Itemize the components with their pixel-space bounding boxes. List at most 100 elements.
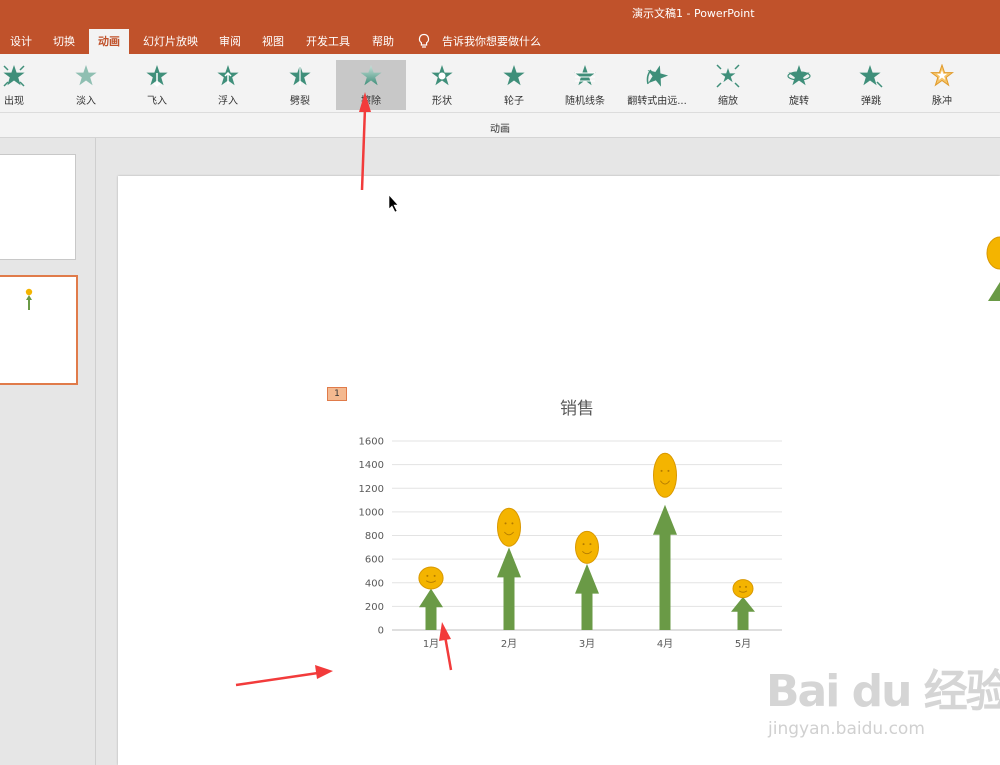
anim-label: 飞入 [147,96,167,107]
shape-star-icon [431,65,453,86]
anim-split-button[interactable]: 劈裂 [265,60,335,110]
bar-arrow [419,588,443,630]
random-bars-star-icon [574,65,596,86]
smiley-eye [433,574,436,577]
anim-fly-in-button[interactable]: 飞入 [122,60,192,110]
anim-label: 淡入 [76,96,96,107]
smiley-eye [667,469,670,472]
tab-help[interactable]: 帮助 [366,29,400,54]
menu-bar: 设计 切换 动画 幻灯片放映 审阅 视图 开发工具 帮助 告诉我你想要做什么 [0,26,1000,54]
anim-wipe-button[interactable]: 擦除 [336,60,406,110]
x-tick-label: 1月 [423,638,439,650]
bounce-star-icon [859,65,883,88]
y-tick-label: 200 [365,602,384,613]
y-tick-label: 0 [378,626,384,637]
smiley-eye [745,585,747,588]
watermark-url: jingyan.baidu.com [768,719,925,739]
slide-thumbnail-1[interactable] [0,154,76,260]
anim-bounce-button[interactable]: 弹跳 [836,60,906,110]
anim-label: 出现 [4,96,24,107]
offslide-smiley [986,236,1000,270]
anim-label: 翻转式由远... [627,96,687,107]
swivel-star-icon [787,65,811,86]
anim-appear-button[interactable]: 出现 [0,60,49,110]
bar-arrow [497,547,521,630]
smiley-marker [653,452,677,498]
offslide-arrow [988,282,1000,301]
anim-label: 劈裂 [290,96,310,107]
zoom-star-icon [716,64,740,88]
anim-zoom-button[interactable]: 缩放 [693,60,763,110]
anim-label: 形状 [432,96,452,107]
anim-label: 擦除 [361,96,381,107]
x-tick-label: 5月 [735,638,751,650]
anim-wheel-button[interactable]: 轮子 [479,60,549,110]
title-bar: 演示文稿1 - PowerPoint [0,0,1000,26]
anim-label: 旋转 [789,96,809,107]
ribbon: 出现 淡入 飞入 浮入 劈裂 擦除 形状 轮子 随机线条 翻转式由远... 缩放 [0,54,1000,138]
fly-in-star-icon [146,65,168,88]
anim-float-in-button[interactable]: 浮入 [193,60,263,110]
tab-slideshow[interactable]: 幻灯片放映 [137,29,204,54]
bar-arrow [575,563,599,630]
wheel-star-icon [503,65,525,86]
wipe-star-icon [360,65,382,86]
tab-view[interactable]: 视图 [256,29,290,54]
smiley-marker [732,579,754,599]
anim-label: 脉冲 [932,96,952,107]
y-tick-label: 1400 [359,460,384,471]
appear-star-icon [3,65,25,87]
slide-thumbnail-2[interactable] [0,275,78,385]
anim-fade-button[interactable]: 淡入 [51,60,121,110]
tab-animations[interactable]: 动画 [89,29,129,54]
tab-design[interactable]: 设计 [4,29,38,54]
bar-arrow [653,504,677,630]
fade-star-icon [75,65,97,86]
y-tick-label: 400 [365,578,384,589]
smiley-eye [504,522,507,525]
anim-label: 弹跳 [861,96,881,107]
grow-turn-star-icon [646,65,669,87]
smiley-eye [660,469,663,472]
tab-review[interactable]: 审阅 [213,29,247,54]
y-tick-label: 1000 [359,507,384,518]
window-title: 演示文稿1 - PowerPoint [632,7,755,20]
anim-random-bars-button[interactable]: 随机线条 [550,60,620,110]
tab-developer[interactable]: 开发工具 [300,29,356,54]
animation-group-label: 动画 [490,124,510,135]
x-tick-label: 2月 [501,638,517,650]
chart-title: 销售 [560,399,594,419]
smiley-eye [739,585,741,588]
smiley-eye [589,543,592,546]
baidu-watermark: Bai du 经验 jingyan.baidu.com [766,655,1000,745]
smiley-marker [497,507,521,547]
anim-label: 轮子 [504,96,524,107]
y-tick-label: 800 [365,531,384,542]
split-star-icon [289,65,311,86]
slide-thumbnail-preview [25,288,33,310]
bar-arrow [731,596,755,630]
anim-pulse-button[interactable]: 脉冲 [907,60,977,110]
x-tick-label: 4月 [657,638,673,650]
smiley-marker [575,530,599,564]
smiley-eye [582,543,585,546]
anim-shape-button[interactable]: 形状 [407,60,477,110]
y-tick-label: 1200 [359,484,384,495]
tell-me-box[interactable]: 告诉我你想要做什么 [442,29,541,54]
anim-label: 缩放 [718,96,738,107]
tab-transitions[interactable]: 切换 [47,29,81,54]
slide-thumbnail-pane [0,138,96,765]
anim-label: 浮入 [218,96,238,107]
anim-swivel-button[interactable]: 旋转 [764,60,834,110]
x-tick-label: 3月 [579,638,595,650]
anim-label: 随机线条 [565,96,605,107]
ribbon-divider [0,112,1000,113]
lightbulb-icon [418,33,430,48]
anim-grow-turn-button[interactable]: 翻转式由远... [622,60,692,110]
watermark-logo: Bai du 经验 [766,666,1000,717]
y-tick-label: 1600 [359,437,384,448]
y-tick-label: 600 [365,555,384,566]
smiley-eye [426,574,429,577]
float-in-star-icon [217,65,239,86]
pulse-star-icon [930,64,954,87]
